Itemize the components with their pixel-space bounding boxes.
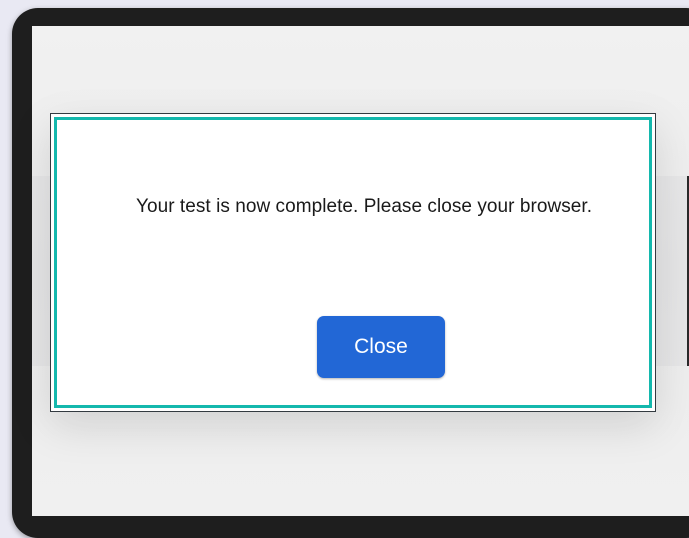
close-button[interactable]: Close [317, 316, 445, 378]
completion-message: Your test is now complete. Please close … [136, 196, 593, 217]
dialog-border: Your test is now complete. Please close … [54, 117, 652, 408]
completion-dialog: Your test is now complete. Please close … [50, 113, 656, 412]
